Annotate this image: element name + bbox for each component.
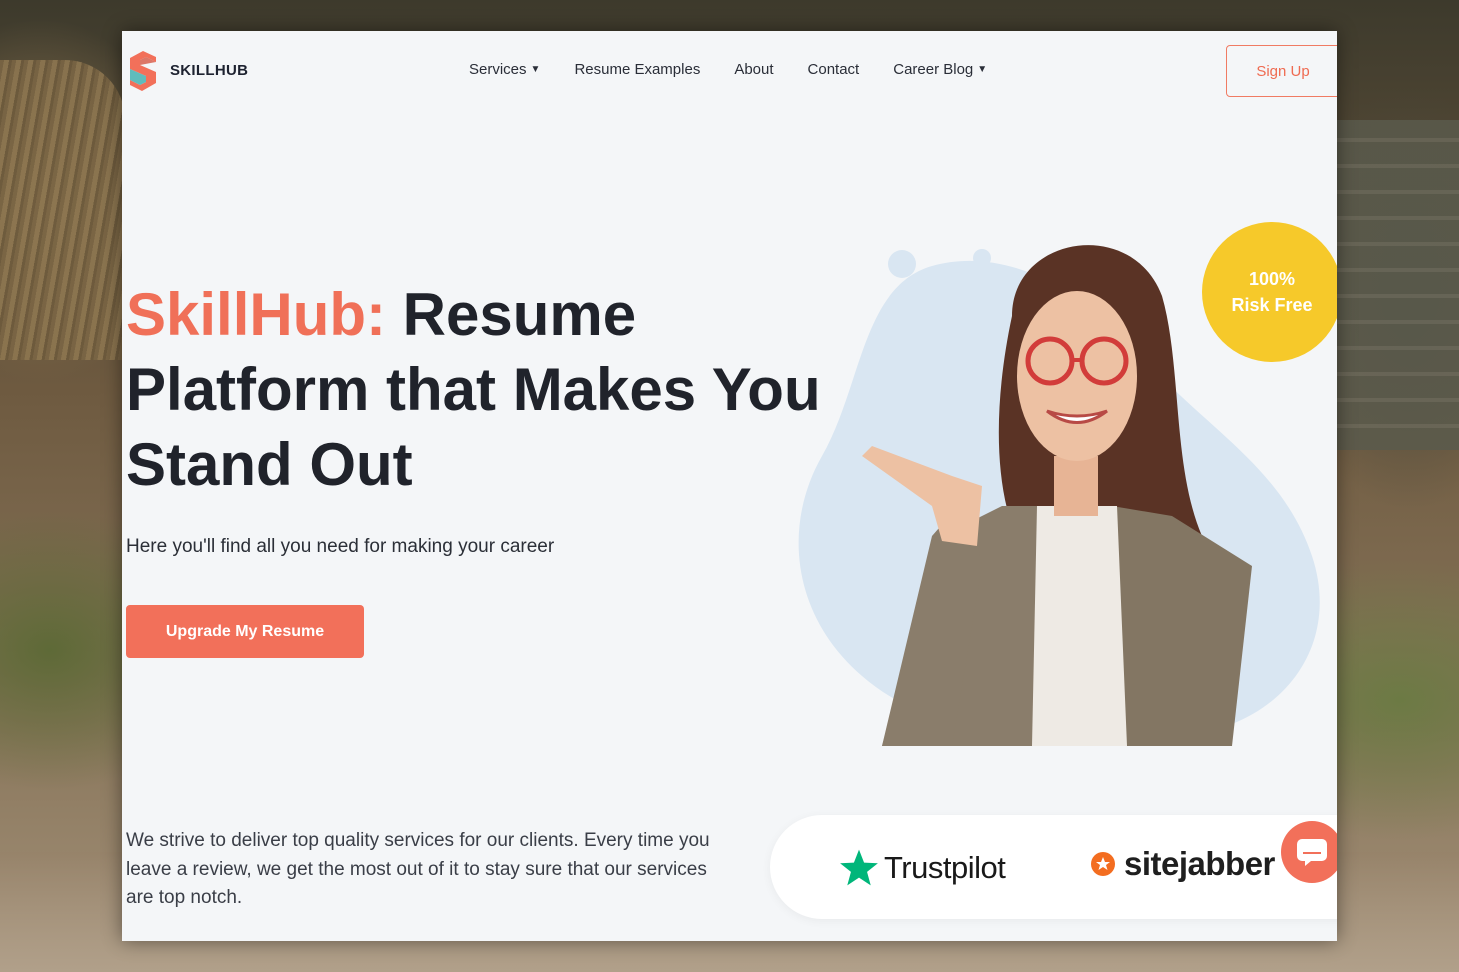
sitejabber-label: sitejabber bbox=[1124, 845, 1275, 882]
hero-headline: SkillHub: Resume Platform that Makes You… bbox=[126, 277, 826, 502]
nav-label: About bbox=[734, 61, 774, 78]
nav-label: Career Blog bbox=[893, 61, 974, 78]
upgrade-resume-button[interactable]: Upgrade My Resume bbox=[126, 605, 364, 658]
nav-career-blog[interactable]: Career Blog ▼ bbox=[893, 61, 987, 78]
headline-brand: SkillHub: bbox=[126, 281, 387, 348]
skillhub-s-logo-icon bbox=[130, 51, 156, 91]
sitejabber-link[interactable]: sitejabber bbox=[1088, 845, 1275, 883]
reviews-text: We strive to deliver top quality service… bbox=[126, 830, 710, 908]
chat-launcher-button[interactable] bbox=[1281, 821, 1337, 883]
star-icon bbox=[840, 849, 878, 886]
nav-label: Contact bbox=[807, 61, 860, 78]
chat-bubble-icon bbox=[1297, 839, 1327, 866]
review-platforms-bar: Trustpilot sitejabber bbox=[770, 815, 1337, 919]
nav-label: Services bbox=[469, 61, 527, 78]
website-page: SKILLHUB Services ▼ Resume Examples Abou… bbox=[122, 31, 1337, 941]
chevron-down-icon: ▼ bbox=[530, 64, 541, 75]
hero-subtitle: Here you'll find all you need for making… bbox=[126, 536, 555, 557]
nav-services[interactable]: Services ▼ bbox=[469, 61, 540, 78]
background-wall bbox=[1334, 120, 1459, 450]
background-hut bbox=[0, 60, 125, 360]
nav-contact[interactable]: Contact bbox=[808, 61, 860, 78]
site-logo[interactable]: SKILLHUB bbox=[126, 49, 248, 91]
brand-name: SKILLHUB bbox=[170, 61, 249, 79]
nav-about[interactable]: About bbox=[734, 61, 773, 78]
badge-label: Risk Free bbox=[1231, 295, 1313, 315]
chevron-down-icon: ▼ bbox=[977, 64, 988, 75]
badge-percent: 100% bbox=[1248, 269, 1296, 289]
sitejabber-badge-icon bbox=[1091, 852, 1115, 876]
risk-free-badge: 100% Risk Free bbox=[1202, 222, 1337, 362]
trustpilot-label: Trustpilot bbox=[884, 850, 1006, 885]
trustpilot-link[interactable]: Trustpilot bbox=[838, 847, 1006, 889]
main-nav: Services ▼ Resume Examples About Contact… bbox=[469, 61, 987, 78]
sign-up-button[interactable]: Sign Up bbox=[1226, 45, 1337, 97]
nav-resume-examples[interactable]: Resume Examples bbox=[574, 61, 700, 78]
nav-label: Resume Examples bbox=[574, 61, 701, 78]
